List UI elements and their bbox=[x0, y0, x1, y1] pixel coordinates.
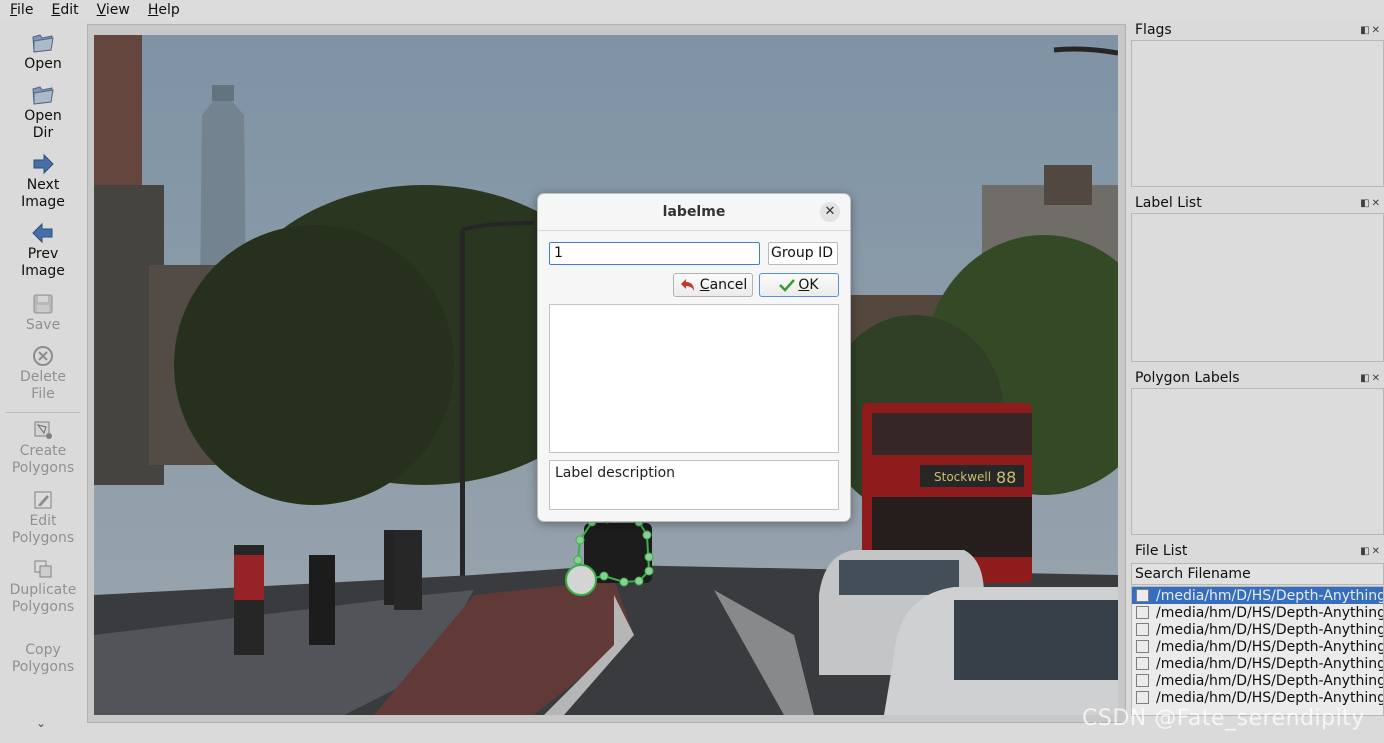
menu-edit[interactable]: Edit bbox=[41, 0, 86, 21]
menu-view-label: iew bbox=[105, 2, 130, 18]
file-path: /media/hm/D/HS/Depth-Anything bbox=[1156, 689, 1384, 706]
checkmark-icon bbox=[779, 279, 796, 292]
cancel-mnemonic: C bbox=[699, 277, 710, 293]
polygon-create-icon bbox=[34, 421, 52, 439]
file-checkbox[interactable] bbox=[1136, 674, 1149, 687]
menu-file-mnemonic: F bbox=[10, 2, 18, 18]
prev-image-button[interactable]: Prev Image bbox=[0, 222, 86, 280]
file-list-item[interactable]: /media/hm/D/HS/Depth-Anything bbox=[1132, 587, 1383, 604]
edit-polygons-label: Edit Polygons bbox=[11, 513, 75, 546]
file-list[interactable]: /media/hm/D/HS/Depth-Anything /media/hm/… bbox=[1131, 586, 1384, 716]
file-path: /media/hm/D/HS/Depth-Anything bbox=[1156, 604, 1384, 621]
file-checkbox[interactable] bbox=[1136, 606, 1149, 619]
floppy-disk-icon bbox=[33, 294, 53, 314]
file-path: /media/hm/D/HS/Depth-Anything bbox=[1156, 587, 1384, 604]
folder-icon bbox=[32, 86, 54, 105]
duplicate-polygons-button[interactable]: Duplicate Polygons bbox=[0, 558, 86, 616]
edit-icon bbox=[34, 491, 52, 509]
file-path: /media/hm/D/HS/Depth-Anything bbox=[1156, 655, 1384, 672]
dock-float-close-icon[interactable]: ◧✕ bbox=[1360, 546, 1382, 557]
watermark: CSDN @Fate_serendipity bbox=[1082, 706, 1365, 731]
delete-file-button[interactable]: Delete File bbox=[0, 345, 86, 403]
label-dialog: labelme ✕ 1 Group ID Cancel OK Label des… bbox=[537, 193, 851, 522]
file-list-item[interactable]: /media/hm/D/HS/Depth-Anything bbox=[1132, 655, 1383, 672]
edit-polygons-button[interactable]: Edit Polygons bbox=[0, 489, 86, 547]
dialog-title-separator bbox=[538, 230, 850, 231]
open-dir-button[interactable]: Open Dir bbox=[0, 84, 86, 142]
next-image-button[interactable]: Next Image bbox=[0, 153, 86, 211]
file-path: /media/hm/D/HS/Depth-Anything bbox=[1156, 621, 1384, 638]
file-checkbox[interactable] bbox=[1136, 657, 1149, 670]
cancel-button[interactable]: Cancel bbox=[673, 273, 753, 297]
next-image-label: Next Image bbox=[21, 177, 65, 210]
arrow-left-icon bbox=[32, 222, 53, 244]
label-name-input[interactable]: 1 bbox=[549, 242, 760, 265]
copy-polygons-button[interactable]: Copy Polygons bbox=[0, 642, 86, 676]
polygon-labels-dock-title: Polygon Labels bbox=[1135, 370, 1240, 386]
file-path: /media/hm/D/HS/Depth-Anything bbox=[1156, 672, 1384, 689]
close-icon[interactable]: ✕ bbox=[820, 202, 840, 222]
file-path: /media/hm/D/HS/Depth-Anything bbox=[1156, 638, 1384, 655]
delete-file-label: Delete File bbox=[20, 369, 66, 402]
ok-label: K bbox=[809, 277, 819, 293]
ok-button[interactable]: OK bbox=[759, 273, 839, 297]
menu-help[interactable]: Help bbox=[138, 0, 188, 21]
toolbar: Open Open Dir Next Image Prev Image Save… bbox=[0, 22, 86, 737]
file-checkbox[interactable] bbox=[1136, 640, 1149, 653]
labelme-window: File Edit View Help Open Open Dir Next I… bbox=[0, 0, 1384, 743]
create-polygons-button[interactable]: Create Polygons bbox=[0, 419, 86, 477]
toolbar-separator bbox=[6, 412, 80, 413]
file-checkbox[interactable] bbox=[1136, 691, 1149, 704]
create-polygons-label: Create Polygons bbox=[11, 443, 75, 476]
dialog-title: labelme bbox=[662, 204, 726, 220]
save-label: Save bbox=[25, 317, 61, 333]
search-filename-input[interactable]: Search Filename bbox=[1131, 563, 1384, 585]
label-description-input[interactable]: Label description bbox=[549, 460, 839, 510]
open-dir-label: Open Dir bbox=[24, 108, 62, 141]
folder-icon bbox=[32, 34, 54, 53]
polygon-labels-panel[interactable] bbox=[1131, 388, 1384, 535]
menu-help-label: elp bbox=[158, 2, 180, 18]
flags-dock-title: Flags bbox=[1135, 22, 1172, 38]
file-list-dock-title: File List bbox=[1135, 543, 1188, 559]
menu-view[interactable]: View bbox=[87, 0, 138, 21]
ok-mnemonic: O bbox=[798, 277, 810, 293]
menu-edit-mnemonic: E bbox=[51, 2, 61, 18]
file-checkbox[interactable] bbox=[1136, 589, 1149, 602]
file-list-item[interactable]: /media/hm/D/HS/Depth-Anything bbox=[1132, 621, 1383, 638]
file-checkbox[interactable] bbox=[1136, 623, 1149, 636]
dialog-label-list[interactable] bbox=[549, 304, 839, 453]
menubar: File Edit View Help bbox=[0, 0, 1384, 21]
save-button[interactable]: Save bbox=[0, 293, 86, 334]
arrow-right-icon bbox=[33, 153, 54, 175]
menu-file[interactable]: File bbox=[0, 0, 41, 21]
open-label: Open bbox=[24, 56, 62, 72]
file-list-item[interactable]: /media/hm/D/HS/Depth-Anything bbox=[1132, 689, 1383, 706]
undo-arrow-icon bbox=[680, 279, 694, 291]
menu-help-mnemonic: H bbox=[147, 2, 159, 18]
dock-float-close-icon[interactable]: ◧✕ bbox=[1360, 198, 1382, 209]
group-id-input[interactable]: Group ID bbox=[768, 242, 838, 265]
copy-icon bbox=[34, 560, 52, 578]
label-list-panel[interactable] bbox=[1131, 213, 1384, 362]
chevron-down-icon[interactable]: ⌄ bbox=[36, 716, 46, 730]
label-list-dock-title: Label List bbox=[1135, 195, 1202, 211]
menu-view-mnemonic: V bbox=[96, 2, 106, 18]
copy-polygons-label: Copy Polygons bbox=[11, 642, 75, 675]
cancel-label: ancel bbox=[709, 277, 748, 293]
file-list-item[interactable]: /media/hm/D/HS/Depth-Anything bbox=[1132, 672, 1383, 689]
delete-icon bbox=[33, 346, 53, 366]
bus-destination-sign: Stockwell bbox=[934, 470, 991, 484]
flags-panel[interactable] bbox=[1131, 40, 1384, 187]
prev-image-label: Prev Image bbox=[21, 246, 65, 279]
bus-route-number: 88 bbox=[996, 468, 1016, 487]
dock-float-close-icon[interactable]: ◧✕ bbox=[1360, 373, 1382, 384]
file-list-item[interactable]: /media/hm/D/HS/Depth-Anything bbox=[1132, 638, 1383, 655]
open-button[interactable]: Open bbox=[0, 32, 86, 73]
duplicate-polygons-label: Duplicate Polygons bbox=[9, 582, 77, 615]
menu-edit-label: dit bbox=[60, 2, 79, 18]
dock-float-close-icon[interactable]: ◧✕ bbox=[1360, 25, 1382, 36]
file-list-item[interactable]: /media/hm/D/HS/Depth-Anything bbox=[1132, 604, 1383, 621]
menu-file-label: ile bbox=[17, 2, 34, 18]
